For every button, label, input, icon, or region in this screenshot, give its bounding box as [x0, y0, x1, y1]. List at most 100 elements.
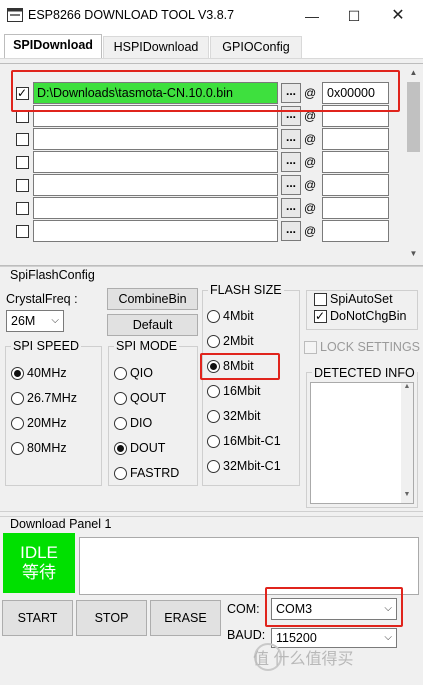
radio-26-7mhz[interactable]	[11, 392, 24, 405]
file-row-checkbox[interactable]	[16, 225, 29, 238]
radio-16mbit[interactable]	[207, 385, 220, 398]
default-button[interactable]: Default	[107, 314, 198, 336]
do-not-chg-bin-label: DoNotChgBin	[330, 309, 407, 323]
crystal-freq-value: 26M	[11, 314, 36, 328]
at-label: @	[304, 132, 317, 146]
status-text-cn: 等待	[22, 563, 56, 582]
radio-80mhz[interactable]	[11, 442, 24, 455]
radio-label: 4Mbit	[223, 309, 254, 323]
spi-auto-set-checkbox[interactable]	[314, 293, 327, 306]
stop-button[interactable]: STOP	[76, 600, 147, 636]
annotation-highlight-8mbit	[200, 353, 280, 380]
browse-button[interactable]: ...	[281, 221, 301, 241]
radio-label: 80MHz	[27, 441, 67, 455]
close-button[interactable]: ✕	[378, 0, 418, 32]
file-path-input[interactable]	[33, 197, 278, 219]
erase-button[interactable]: ERASE	[150, 600, 221, 636]
annotation-highlight-com	[265, 587, 403, 627]
scroll-down-icon[interactable]: ▼	[405, 246, 422, 262]
file-path-input[interactable]	[33, 151, 278, 173]
lock-settings-checkbox[interactable]	[304, 341, 317, 354]
file-row-checkbox[interactable]	[16, 202, 29, 215]
status-text-en: IDLE	[20, 543, 58, 562]
scroll-up-icon[interactable]: ▲	[405, 65, 422, 81]
radio-2mbit[interactable]	[207, 335, 220, 348]
flash-size-title: FLASH SIZE	[208, 283, 284, 297]
start-button[interactable]: START	[2, 600, 73, 636]
browse-button[interactable]: ...	[281, 129, 301, 149]
radio-dout[interactable]	[114, 442, 127, 455]
app-icon	[7, 8, 23, 22]
browse-button[interactable]: ...	[281, 152, 301, 172]
detected-info-box	[310, 382, 414, 504]
address-input[interactable]	[322, 151, 389, 173]
address-input[interactable]	[322, 128, 389, 150]
radio-label: 32Mbit	[223, 409, 261, 423]
radio-20mhz[interactable]	[11, 417, 24, 430]
radio-dio[interactable]	[114, 417, 127, 430]
at-label: @	[304, 155, 317, 169]
download-panel-title: Download Panel 1	[8, 517, 114, 531]
radio-label: QOUT	[130, 391, 167, 405]
scroll-thumb[interactable]	[407, 82, 420, 152]
radio-label: 2Mbit	[223, 334, 254, 348]
scroll-up-icon[interactable]: ▲	[401, 383, 413, 395]
file-row-checkbox[interactable]	[16, 156, 29, 169]
radio-4mbit[interactable]	[207, 310, 220, 323]
radio-40mhz[interactable]	[11, 367, 24, 380]
at-label: @	[304, 178, 317, 192]
combine-bin-button[interactable]: CombineBin	[107, 288, 198, 310]
tab-hspidownload[interactable]: HSPIDownload	[103, 36, 209, 58]
radio-label: 26.7MHz	[27, 391, 78, 405]
radio-label: 16Mbit-C1	[223, 434, 281, 448]
do-not-chg-bin-checkbox[interactable]	[314, 308, 327, 324]
radio-label: 40MHz	[27, 366, 67, 380]
lock-settings-label: LOCK SETTINGS	[320, 340, 421, 354]
at-label: @	[304, 201, 317, 215]
radio-label: 16Mbit	[223, 384, 261, 398]
file-path-input[interactable]	[33, 220, 278, 242]
file-path-input[interactable]	[33, 128, 278, 150]
crystal-freq-select[interactable]: 26M ⌵	[6, 310, 64, 332]
address-input[interactable]	[322, 197, 389, 219]
baud-rate-value: 115200	[276, 631, 317, 645]
annotation-highlight-file-row	[11, 70, 400, 112]
radio-32mbit-c1[interactable]	[207, 460, 220, 473]
chevron-down-icon: ⌵	[51, 315, 59, 326]
scroll-down-icon[interactable]: ▼	[401, 491, 413, 503]
address-input[interactable]	[322, 174, 389, 196]
status-indicator: IDLE 等待	[3, 533, 75, 593]
radio-fastrd[interactable]	[114, 467, 127, 480]
maximize-button[interactable]: ☐	[334, 0, 374, 32]
address-input[interactable]	[322, 220, 389, 242]
radio-label: FASTRD	[130, 466, 180, 480]
radio-label: DIO	[130, 416, 153, 430]
spi-mode-title: SPI MODE	[114, 339, 180, 353]
com-label: COM:	[227, 602, 260, 616]
minimize-button[interactable]: —	[292, 0, 332, 32]
at-label: @	[304, 224, 317, 238]
baud-label: BAUD:	[227, 628, 266, 642]
radio-label: DOUT	[130, 441, 166, 455]
radio-label: 32Mbit-C1	[223, 459, 281, 473]
radio-label: QIO	[130, 366, 153, 380]
watermark-text: 值 什么值得买	[253, 651, 354, 668]
browse-button[interactable]: ...	[281, 175, 301, 195]
tab-gpioconfig[interactable]: GPIOConfig	[210, 36, 302, 58]
file-row-checkbox[interactable]	[16, 133, 29, 146]
radio-qio[interactable]	[114, 367, 127, 380]
tab-spidownload[interactable]: SPIDownload	[4, 34, 102, 58]
radio-32mbit[interactable]	[207, 410, 220, 423]
window-title: ESP8266 DOWNLOAD TOOL V3.8.7	[28, 8, 235, 22]
file-path-input[interactable]	[33, 174, 278, 196]
spi-speed-title: SPI SPEED	[11, 339, 81, 353]
browse-button[interactable]: ...	[281, 198, 301, 218]
file-row-checkbox[interactable]	[16, 179, 29, 192]
detected-info-scrollbar[interactable]	[401, 383, 413, 503]
radio-16mbit-c1[interactable]	[207, 435, 220, 448]
spi-auto-set-label: SpiAutoSet	[330, 292, 393, 306]
chevron-down-icon: ⌵	[384, 632, 392, 643]
radio-qout[interactable]	[114, 392, 127, 405]
crystal-freq-label: CrystalFreq :	[6, 292, 78, 306]
radio-label: 20MHz	[27, 416, 67, 430]
